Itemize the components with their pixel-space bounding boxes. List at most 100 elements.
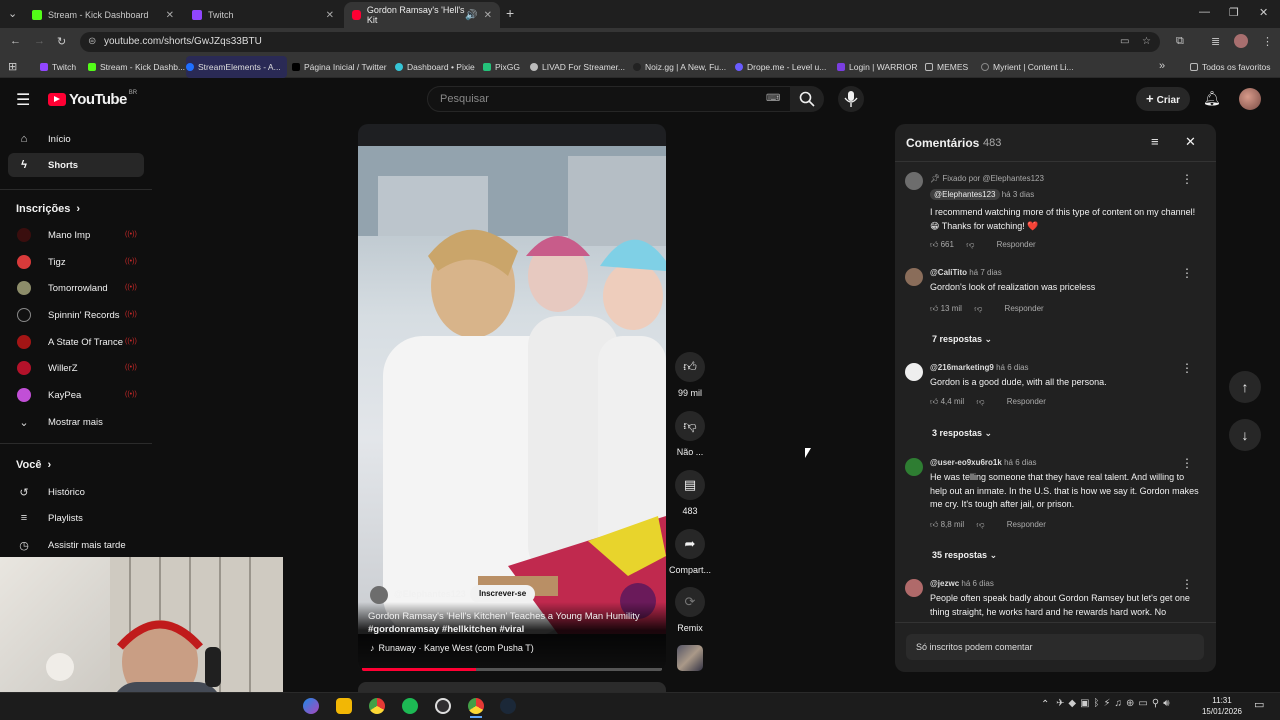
bookmark-memes[interactable]: MEMES xyxy=(925,56,968,78)
tray-chevron-icon[interactable]: ⌃ xyxy=(1041,699,1049,710)
more-icon[interactable]: ⋮ xyxy=(1181,456,1193,470)
bookmark-kick[interactable]: Stream - Kick Dashb... xyxy=(88,56,185,78)
subscribe-button[interactable]: Inscrever-se xyxy=(470,585,536,603)
chrome-icon[interactable] xyxy=(369,698,385,714)
remix-button[interactable]: ⟳ Remix xyxy=(668,587,712,633)
more-icon[interactable]: ⋮ xyxy=(1181,361,1193,375)
reply-button[interactable]: Responder xyxy=(1007,397,1046,406)
audio-icon[interactable]: 🔊 xyxy=(465,10,477,21)
new-tab-icon[interactable]: + xyxy=(506,5,514,21)
notifications-icon[interactable]: 🔔︎ xyxy=(1203,90,1221,107)
replies-toggle[interactable]: 7 respostas ⌄ xyxy=(932,334,992,345)
hashtags[interactable]: #gordonramsay #hellkitchen #viral xyxy=(368,624,524,635)
sidebar-item-home[interactable]: ⌂ Início xyxy=(8,127,144,151)
tray-icons[interactable]: ✈◆▣ᛒ⚡♫⊕▭⚲🔊︎ xyxy=(1056,698,1174,709)
more-icon[interactable]: ⋮ xyxy=(1181,579,1193,591)
replies-toggle[interactable]: 35 respostas ⌄ xyxy=(932,550,997,561)
youtube-logo[interactable]: YouTube BR xyxy=(48,90,137,108)
sidebar-item-channel[interactable]: Mano Imp xyxy=(8,223,144,247)
tab-twitch[interactable]: Twitch ✕ xyxy=(184,2,342,28)
sidebar-item-channel[interactable]: WillerZ xyxy=(8,356,144,380)
notification-center-icon[interactable]: ▭ xyxy=(1254,698,1264,711)
profile-icon[interactable] xyxy=(1234,34,1248,48)
subscriptions-heading[interactable]: Inscrições › xyxy=(16,203,80,215)
next-short-button[interactable]: ↓ xyxy=(1229,419,1261,451)
hamburger-menu-icon[interactable]: ☰ xyxy=(16,90,30,110)
comment-author[interactable]: @CaliTito xyxy=(930,268,967,277)
menu-icon[interactable]: ⋮ xyxy=(1262,35,1273,48)
like-button[interactable]: 👍︎ 99 mil xyxy=(668,352,712,398)
commenter-avatar[interactable] xyxy=(905,268,923,286)
file-explorer-icon[interactable] xyxy=(336,698,352,714)
commenter-avatar[interactable] xyxy=(905,172,923,190)
comment-author[interactable]: @user-eo9xu6ro1k xyxy=(930,458,1002,467)
reply-button[interactable]: Responder xyxy=(997,240,1036,249)
sidebar-item-watch-later[interactable]: ◷ Assistir mais tarde xyxy=(8,533,144,557)
commenter-avatar[interactable] xyxy=(905,363,923,381)
comment-time[interactable]: há 7 dias xyxy=(969,268,1001,277)
apps-icon[interactable]: ⊞ xyxy=(8,60,17,73)
sidebar-item-channel[interactable]: A State Of Trance xyxy=(8,330,144,354)
sidebar-item-history[interactable]: ↺ Histórico xyxy=(8,480,144,504)
reply-button[interactable]: Responder xyxy=(1007,520,1046,529)
comment-author[interactable]: @Elephantes123 xyxy=(930,189,1000,200)
dislike-icon[interactable]: 👎︎ xyxy=(966,240,974,249)
minimize-icon[interactable]: — xyxy=(1199,6,1210,18)
sound-thumbnail[interactable] xyxy=(677,645,703,671)
obs-icon[interactable] xyxy=(435,698,451,714)
channel-avatar[interactable] xyxy=(370,586,388,604)
forward-icon[interactable]: → xyxy=(34,35,45,47)
share-button[interactable]: ➦ Compart... xyxy=(668,529,712,575)
tab-youtube[interactable]: Gordon Ramsay's 'Hell's Kit 🔊 ✕ xyxy=(344,2,500,28)
bookmark-drope[interactable]: Drope.me - Level u... xyxy=(735,56,826,78)
steam-icon[interactable] xyxy=(500,698,516,714)
restore-icon[interactable]: ❐ xyxy=(1229,6,1239,19)
show-more-button[interactable]: ⌄ Mostrar mais xyxy=(8,410,144,434)
account-avatar[interactable] xyxy=(1239,88,1261,110)
channel-name[interactable]: @Elephantes123 xyxy=(394,589,466,599)
chrome-active-icon[interactable] xyxy=(468,698,484,714)
close-icon[interactable]: ✕ xyxy=(326,10,334,21)
comment-time[interactable]: há 3 dias xyxy=(1002,190,1034,199)
search-button[interactable] xyxy=(790,86,824,112)
bookmark-warrior[interactable]: Login | WARRIOR xyxy=(837,56,918,78)
bookmark-livad[interactable]: LIVAD For Streamer... xyxy=(530,56,625,78)
cast-icon[interactable]: ▭ xyxy=(1120,32,1129,52)
address-bar[interactable]: ⊜ youtube.com/shorts/GwJZqs33BTU ▭ ☆ xyxy=(80,32,1160,52)
sidebar-item-channel[interactable]: KayPea xyxy=(8,383,144,407)
bookmark-noiz[interactable]: Noiz.gg | A New, Fu... xyxy=(633,56,726,78)
close-icon[interactable]: ✕ xyxy=(1185,134,1196,150)
commenter-avatar[interactable] xyxy=(905,458,923,476)
comment-time[interactable]: há 6 dias xyxy=(961,579,993,588)
bookmark-twitter[interactable]: Página Inicial / Twitter xyxy=(292,56,387,78)
reload-icon[interactable]: ↻ xyxy=(57,35,66,48)
create-button[interactable]: + Criar xyxy=(1136,87,1190,111)
sidebar-item-playlists[interactable]: ≡ Playlists xyxy=(8,506,144,530)
comment-author[interactable]: @216marketing9 xyxy=(930,363,994,372)
bookmark-streamelements[interactable]: StreamElements - A... xyxy=(186,56,287,78)
media-icon[interactable]: ≣ xyxy=(1211,35,1220,48)
bookmark-pixie[interactable]: Dashboard • Pixie xyxy=(395,56,475,78)
comment-author[interactable]: @jezwc xyxy=(930,579,959,588)
all-favorites[interactable]: Todos os favoritos xyxy=(1190,56,1271,78)
video-progress-track[interactable] xyxy=(362,668,662,671)
tab-search-icon[interactable]: ⌄ xyxy=(8,7,17,20)
bookmark-myrient[interactable]: Myrient | Content Li... xyxy=(981,56,1074,78)
search-input[interactable]: Pesquisar ⌨ xyxy=(427,86,791,112)
bookmark-star-icon[interactable]: ☆ xyxy=(1142,32,1151,52)
music-link[interactable]: ♪ Runaway · Kanye West (com Pusha T) xyxy=(370,643,534,653)
extensions-icon[interactable]: ⧉ xyxy=(1176,35,1184,48)
tab-kick[interactable]: Stream - Kick Dashboard ✕ xyxy=(24,2,182,28)
short-video-player[interactable]: @Elephantes123 Inscrever-se Gordon Ramsa… xyxy=(358,124,666,672)
commenter-avatar[interactable] xyxy=(905,579,923,597)
previous-short-button[interactable]: ↑ xyxy=(1229,371,1261,403)
more-icon[interactable]: ⋮ xyxy=(1181,266,1193,280)
keyboard-icon[interactable]: ⌨ xyxy=(766,87,780,111)
back-icon[interactable]: ← xyxy=(10,35,21,47)
reply-button[interactable]: Responder xyxy=(1005,304,1044,313)
site-info-icon[interactable]: ⊜ xyxy=(88,32,96,52)
like-icon[interactable]: 👍︎ xyxy=(930,240,938,249)
short-title[interactable]: Gordon Ramsay's 'Hell's Kitchen' Teaches… xyxy=(368,610,648,636)
window-close-icon[interactable]: ✕ xyxy=(1259,6,1268,19)
bookmark-pixgg[interactable]: PixGG xyxy=(483,56,520,78)
